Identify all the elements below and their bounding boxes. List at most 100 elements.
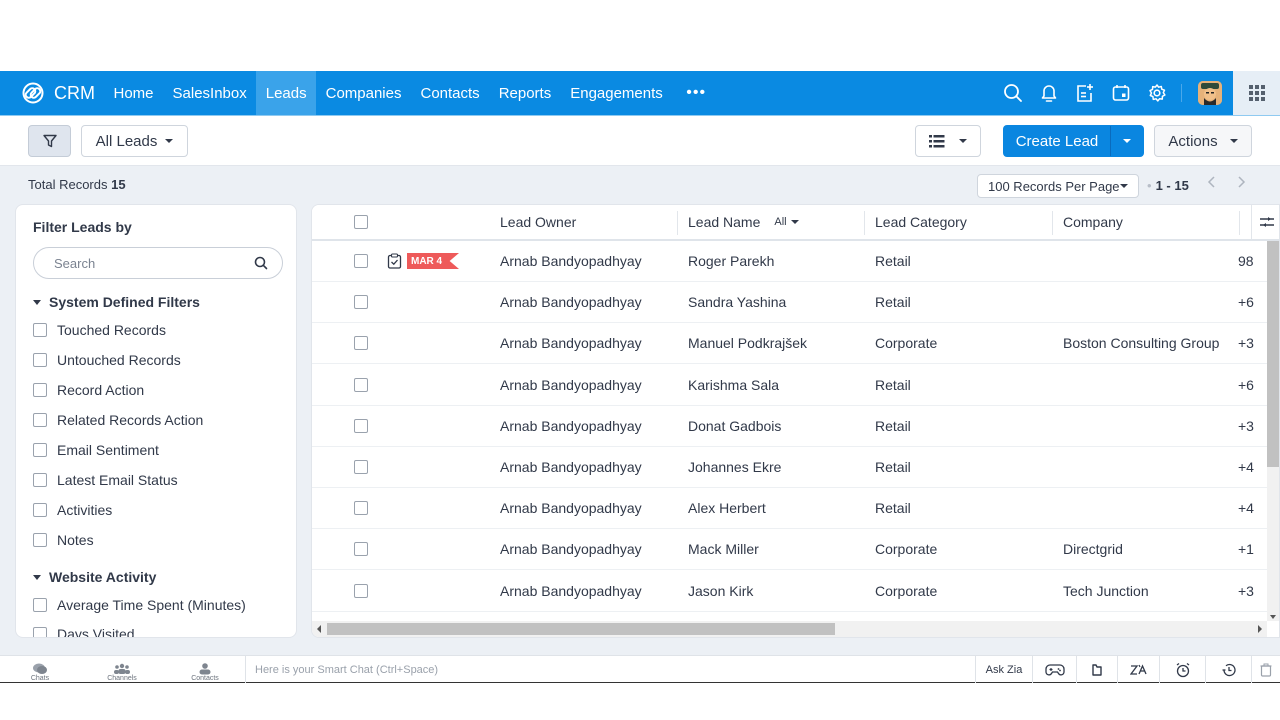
row-checkbox[interactable] — [354, 336, 368, 351]
brand-logo[interactable]: CRM — [0, 82, 104, 104]
filter-days-visited[interactable]: Days Visited — [33, 626, 135, 637]
avatar[interactable] — [1198, 81, 1222, 105]
filter-notes[interactable]: Notes — [33, 532, 94, 548]
column-divider[interactable] — [677, 211, 678, 235]
checkbox[interactable] — [33, 383, 47, 397]
records-per-page-select[interactable]: 100 Records Per Page — [977, 174, 1139, 198]
channels-tab[interactable]: Channels — [82, 656, 162, 683]
lead-name-cell[interactable]: Jason Kirk — [688, 571, 863, 611]
task-checklist-icon[interactable] — [387, 253, 402, 272]
due-date-tag[interactable]: MAR 4 — [407, 253, 459, 269]
checkbox[interactable] — [33, 598, 47, 612]
filter-untouched-records[interactable]: Untouched Records — [33, 352, 181, 368]
chats-tab[interactable]: Chats — [0, 656, 80, 683]
history-icon[interactable] — [1205, 656, 1251, 683]
filter-email-sentiment[interactable]: Email Sentiment — [33, 442, 159, 458]
section-website-activity[interactable]: Website Activity — [33, 569, 156, 585]
nav-contacts[interactable]: Contacts — [411, 71, 489, 115]
row-checkbox[interactable] — [354, 542, 368, 557]
add-note-icon[interactable] — [1067, 71, 1103, 115]
checkbox[interactable] — [33, 353, 47, 367]
lead-name-cell[interactable]: Mack Miller — [688, 529, 863, 569]
row-checkbox[interactable] — [354, 377, 368, 392]
row-checkbox[interactable] — [354, 254, 368, 268]
gamepad-icon[interactable] — [1032, 656, 1076, 683]
filter-related-records-action[interactable]: Related Records Action — [33, 412, 203, 428]
column-lead-owner[interactable]: Lead Owner — [500, 205, 576, 239]
nav-salesinbox[interactable]: SalesInbox — [163, 71, 256, 115]
notes-clip-icon[interactable] — [1076, 656, 1117, 683]
lead-name-cell[interactable]: Karishma Sala — [688, 365, 863, 405]
filter-record-action[interactable]: Record Action — [33, 382, 144, 398]
filter-touched-records[interactable]: Touched Records — [33, 322, 166, 338]
apps-grid-icon[interactable] — [1233, 71, 1280, 115]
nav-reports[interactable]: Reports — [489, 71, 561, 115]
next-page-button[interactable] — [1236, 175, 1246, 194]
column-divider[interactable] — [864, 211, 865, 235]
nav-leads[interactable]: Leads — [256, 71, 317, 115]
column-settings-icon[interactable] — [1251, 205, 1279, 239]
section-system-defined-filters[interactable]: System Defined Filters — [33, 294, 200, 310]
filter-average-time-spent[interactable]: Average Time Spent (Minutes) — [33, 597, 246, 613]
actions-dropdown[interactable]: Actions — [1154, 125, 1252, 157]
view-selector-dropdown[interactable]: All Leads — [81, 125, 188, 157]
contacts-tab[interactable]: Contacts — [165, 656, 245, 683]
ask-zia-button[interactable]: Ask Zia — [975, 656, 1032, 683]
smart-chat-input[interactable]: Here is your Smart Chat (Ctrl+Space) — [245, 656, 975, 683]
lead-name-cell[interactable]: Manuel Podkrajšek — [688, 323, 863, 363]
gear-icon[interactable] — [1139, 71, 1175, 115]
row-checkbox[interactable] — [354, 501, 368, 516]
search-icon[interactable] — [995, 71, 1031, 115]
scroll-down-arrow[interactable] — [1270, 615, 1276, 619]
nav-home[interactable]: Home — [104, 71, 163, 115]
scroll-right-arrow[interactable] — [1258, 625, 1262, 633]
nav-engagements[interactable]: Engagements — [561, 71, 673, 115]
checkbox[interactable] — [33, 413, 47, 427]
create-lead-dropdown[interactable] — [1110, 126, 1143, 156]
table-row[interactable]: Arnab Bandyopadhyay Jason Kirk Corporate Te… — [312, 571, 1267, 612]
table-row[interactable]: Arnab Bandyopadhyay Alex Herbert Retail +4 — [312, 488, 1267, 530]
table-row[interactable]: Arnab Bandyopadhyay Mack Miller Corporate D… — [312, 529, 1267, 571]
nav-companies[interactable]: Companies — [316, 71, 411, 115]
calendar-icon[interactable] — [1103, 71, 1139, 115]
checkbox[interactable] — [33, 627, 47, 637]
filter-toggle-button[interactable] — [28, 125, 71, 157]
filter-activities[interactable]: Activities — [33, 502, 112, 518]
previous-page-button[interactable] — [1207, 175, 1217, 194]
column-lead-name[interactable]: Lead Name All — [688, 205, 799, 239]
lead-name-cell[interactable]: Roger Parekh — [688, 241, 863, 281]
checkbox[interactable] — [33, 443, 47, 457]
row-checkbox[interactable] — [354, 418, 368, 433]
filter-latest-email-status[interactable]: Latest Email Status — [33, 472, 178, 488]
column-divider[interactable] — [1052, 211, 1053, 235]
row-checkbox[interactable] — [354, 460, 368, 474]
checkbox[interactable] — [33, 473, 47, 487]
scroll-left-arrow[interactable] — [317, 625, 321, 633]
horizontal-scroll-thumb[interactable] — [327, 623, 835, 635]
row-checkbox[interactable] — [354, 295, 368, 310]
table-row[interactable]: Arnab Bandyopadhyay Manuel Podkrajšek Corp… — [312, 323, 1267, 365]
checkbox[interactable] — [33, 323, 47, 337]
row-checkbox[interactable] — [354, 583, 368, 598]
table-row[interactable]: MAR 4 Arnab Bandyopadhyay Roger Parekh Reta… — [312, 241, 1267, 282]
bell-icon[interactable] — [1031, 71, 1067, 115]
lead-name-cell[interactable]: Sandra Yashina — [688, 282, 863, 322]
lead-name-filter-dropdown[interactable]: All — [774, 216, 799, 228]
lead-name-cell[interactable]: Donat Gadbois — [688, 406, 863, 446]
create-lead-button[interactable]: Create Lead — [1003, 125, 1144, 157]
lead-name-cell[interactable]: Johannes Ekre — [688, 447, 863, 487]
select-all-checkbox[interactable] — [354, 215, 368, 229]
vertical-scrollbar[interactable] — [1267, 241, 1279, 621]
checkbox[interactable] — [33, 503, 47, 517]
list-view-toggle[interactable] — [915, 125, 981, 157]
table-row[interactable]: Arnab Bandyopadhyay Donat Gadbois Retail +3 — [312, 406, 1267, 447]
horizontal-scrollbar[interactable] — [312, 621, 1267, 637]
column-lead-category[interactable]: Lead Category — [875, 205, 967, 239]
table-row[interactable]: Arnab Bandyopadhyay Sandra Yashina Retail +… — [312, 282, 1267, 324]
nav-more-button[interactable]: ••• — [672, 71, 720, 115]
column-company[interactable]: Company — [1063, 205, 1123, 239]
vertical-scroll-thumb[interactable] — [1267, 241, 1279, 467]
checkbox[interactable] — [33, 533, 47, 547]
column-divider[interactable] — [1239, 211, 1240, 235]
filter-search-input[interactable]: Search — [33, 247, 283, 279]
